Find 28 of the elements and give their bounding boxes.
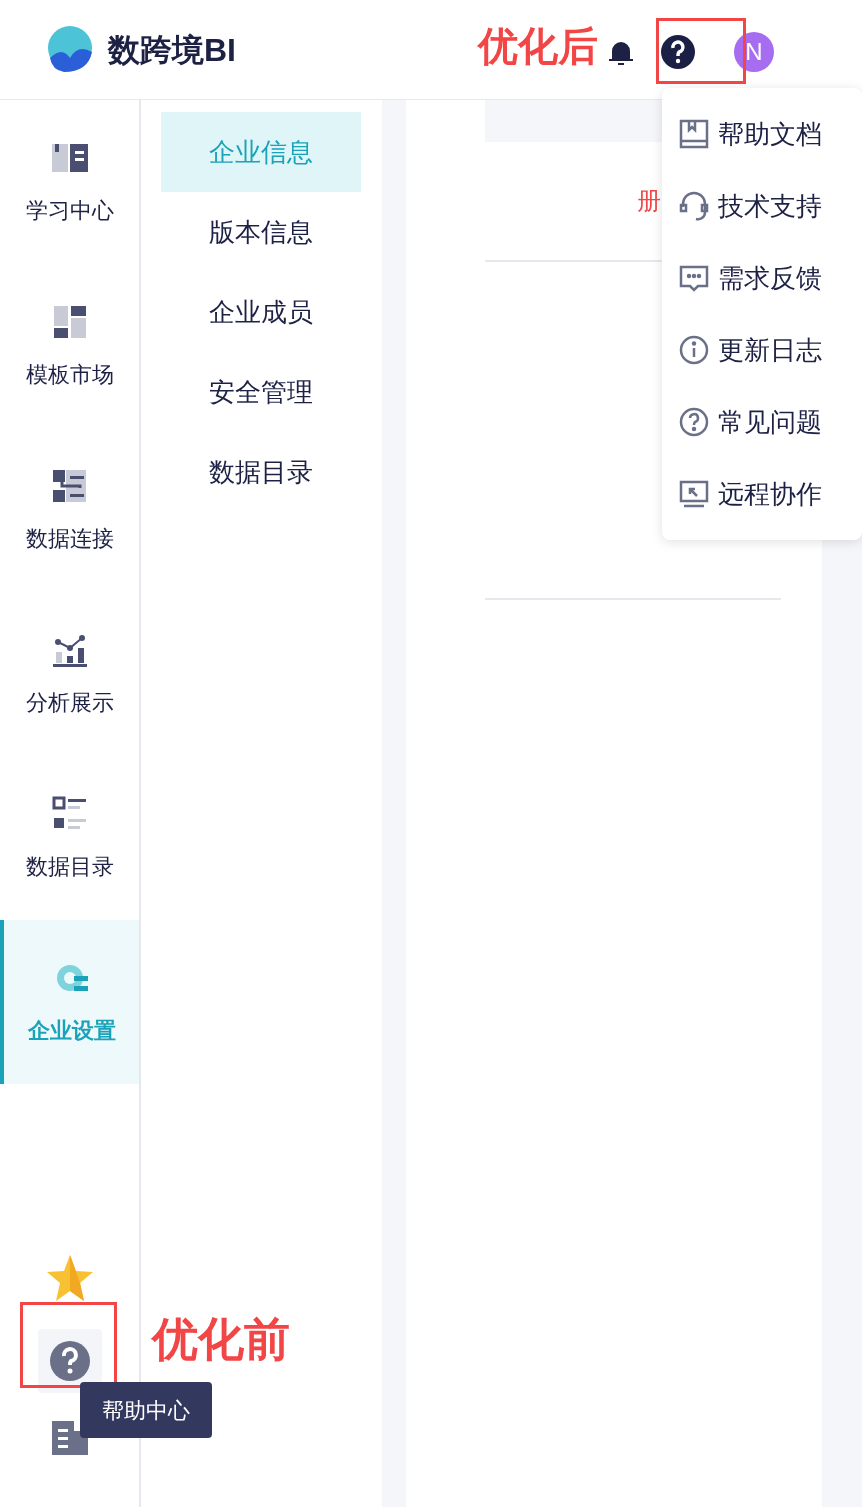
help-icon <box>660 34 696 70</box>
menu-item[interactable]: 需求反馈 <box>678 242 862 314</box>
menu-item[interactable]: 更新日志 <box>678 314 862 386</box>
annotation-label: 优化后 <box>478 26 598 66</box>
delete-link[interactable]: 册 <box>637 183 661 219</box>
subnav-item[interactable]: 安全管理 <box>161 352 361 432</box>
help-icon <box>48 1340 91 1382</box>
nav-item[interactable]: 数据连接 <box>0 428 139 592</box>
menu-item[interactable]: 帮助文档 <box>678 98 862 170</box>
menu-item[interactable]: 常见问题 <box>678 386 862 458</box>
book-icon <box>678 118 710 150</box>
tooltip: 帮助中心 <box>80 1382 212 1438</box>
help-button[interactable] <box>37 1329 102 1393</box>
logo-text: 数跨境BI <box>108 30 236 70</box>
monitor-icon <box>678 478 710 510</box>
question-icon <box>678 406 710 438</box>
subnav-item[interactable]: 版本信息 <box>161 192 361 272</box>
subnav-item[interactable]: 企业成员 <box>161 272 361 352</box>
info-icon <box>678 334 710 366</box>
nav-item[interactable]: 分析展示 <box>0 592 139 756</box>
nav-item[interactable]: 模板市场 <box>0 264 139 428</box>
subnav-item[interactable]: 数据目录 <box>161 432 361 512</box>
menu-item[interactable]: 技术支持 <box>678 170 862 242</box>
nav-item[interactable]: 学习中心 <box>0 100 139 264</box>
headset-icon <box>678 190 710 222</box>
annotation-label: 优化前 <box>152 1316 290 1362</box>
menu-item[interactable]: 远程协作 <box>678 458 862 530</box>
nav-item[interactable]: 数据目录 <box>0 756 139 920</box>
